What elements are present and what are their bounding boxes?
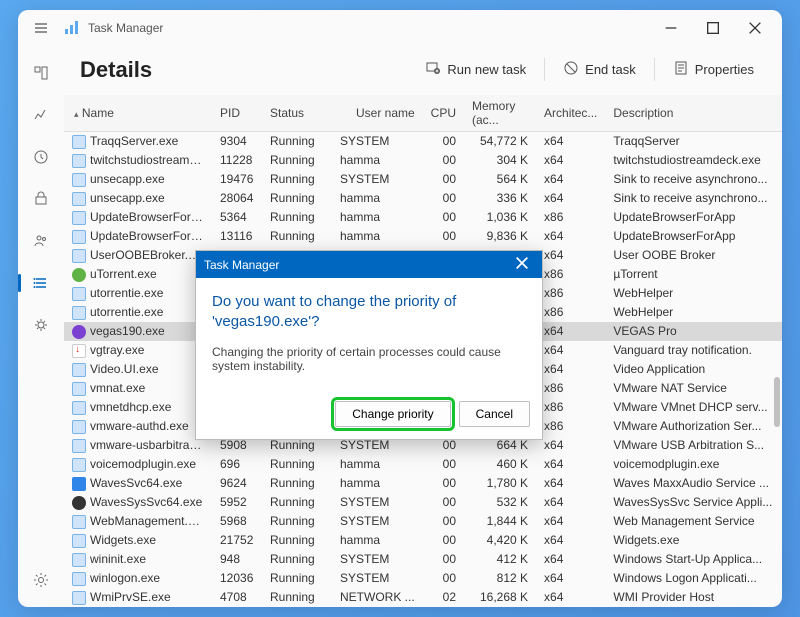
app-icon [64,19,82,37]
process-icon [72,230,86,244]
process-icon [72,420,86,434]
col-name[interactable]: ▴ Name [64,95,212,132]
col-mem[interactable]: Memory (ac... [464,95,536,132]
sidebar-settings[interactable] [24,563,58,597]
dialog-title: Task Manager [204,258,279,272]
col-cpu[interactable]: CPU [423,95,464,132]
properties-label: Properties [695,62,754,77]
table-row[interactable]: voicemodplugin.exe696Runninghamma00460 K… [64,455,782,474]
properties-icon [673,60,689,79]
table-row[interactable]: WavesSysSvc64.exe5952RunningSYSTEM00532 … [64,493,782,512]
table-row[interactable]: WebManagement.exe5968RunningSYSTEM001,84… [64,512,782,531]
table-row[interactable]: wininit.exe948RunningSYSTEM00412 Kx64Win… [64,550,782,569]
process-icon [72,515,86,529]
minimize-button[interactable] [650,13,692,43]
process-icon [72,496,86,510]
process-icon [72,477,86,491]
table-row[interactable]: winlogon.exe12036RunningSYSTEM00812 Kx64… [64,569,782,588]
process-icon [72,135,86,149]
process-icon [72,572,86,586]
process-icon [72,439,86,453]
table-row[interactable]: WavesSvc64.exe9624Runninghamma001,780 Kx… [64,474,782,493]
sidebar-processes[interactable] [24,56,58,90]
sidebar-users[interactable] [24,224,58,258]
dialog-question: Do you want to change the priority of 'v… [212,292,526,333]
dialog-message: Changing the priority of certain process… [212,345,526,373]
table-row[interactable]: unsecapp.exe19476RunningSYSTEM00564 Kx64… [64,170,782,189]
run-icon [425,60,441,79]
table-row[interactable]: Widgets.exe21752Runninghamma004,420 Kx64… [64,531,782,550]
sidebar-startup[interactable] [24,182,58,216]
properties-button[interactable]: Properties [661,54,766,85]
col-pid[interactable]: PID [212,95,262,132]
process-icon [72,173,86,187]
col-arch[interactable]: Architec... [536,95,605,132]
end-task-label: End task [585,62,636,77]
process-icon [72,287,86,301]
process-icon [72,591,86,605]
process-icon [72,249,86,263]
process-icon [72,154,86,168]
process-icon [72,344,86,358]
process-icon [72,458,86,472]
table-row[interactable]: UpdateBrowserForAp...13116Runninghamma00… [64,227,782,246]
dialog-close-button[interactable] [510,255,534,274]
sidebar-details[interactable] [24,266,58,300]
sidebar-services[interactable] [24,308,58,342]
sidebar-performance[interactable] [24,98,58,132]
scroll-thumb[interactable] [774,377,780,427]
table-header-row[interactable]: ▴ Name PID Status User name CPU Memory (… [64,95,782,132]
process-icon [72,382,86,396]
col-user[interactable]: User name [332,95,423,132]
table-row[interactable]: twitchstudiostreamd...11228Runninghamma0… [64,151,782,170]
process-icon [72,534,86,548]
priority-dialog: Task Manager Do you want to change the p… [195,250,543,440]
table-row[interactable]: TraqqServer.exe9304RunningSYSTEM0054,772… [64,132,782,151]
process-icon [72,363,86,377]
maximize-button[interactable] [692,13,734,43]
col-desc[interactable]: Description [605,95,782,132]
table-row[interactable]: unsecapp.exe28064Runninghamma00336 Kx64S… [64,189,782,208]
end-task-button[interactable]: End task [551,54,648,85]
col-status[interactable]: Status [262,95,332,132]
page-title: Details [80,57,413,83]
table-row[interactable]: WmiPrvSE.exe4708RunningNETWORK ...0216,2… [64,588,782,607]
table-row[interactable]: UpdateBrowserForAp...5364Runninghamma001… [64,208,782,227]
change-priority-button[interactable]: Change priority [335,401,450,427]
menu-button[interactable] [24,13,58,43]
process-icon [72,306,86,320]
process-icon [72,192,86,206]
process-icon [72,268,86,282]
run-new-task-button[interactable]: Run new task [413,54,538,85]
run-new-task-label: Run new task [447,62,526,77]
sidebar-history[interactable] [24,140,58,174]
process-icon [72,211,86,225]
process-icon [72,553,86,567]
close-button[interactable] [734,13,776,43]
process-icon [72,401,86,415]
process-icon [72,325,86,339]
cancel-button[interactable]: Cancel [459,401,530,427]
app-title: Task Manager [88,21,650,35]
end-icon [563,60,579,79]
